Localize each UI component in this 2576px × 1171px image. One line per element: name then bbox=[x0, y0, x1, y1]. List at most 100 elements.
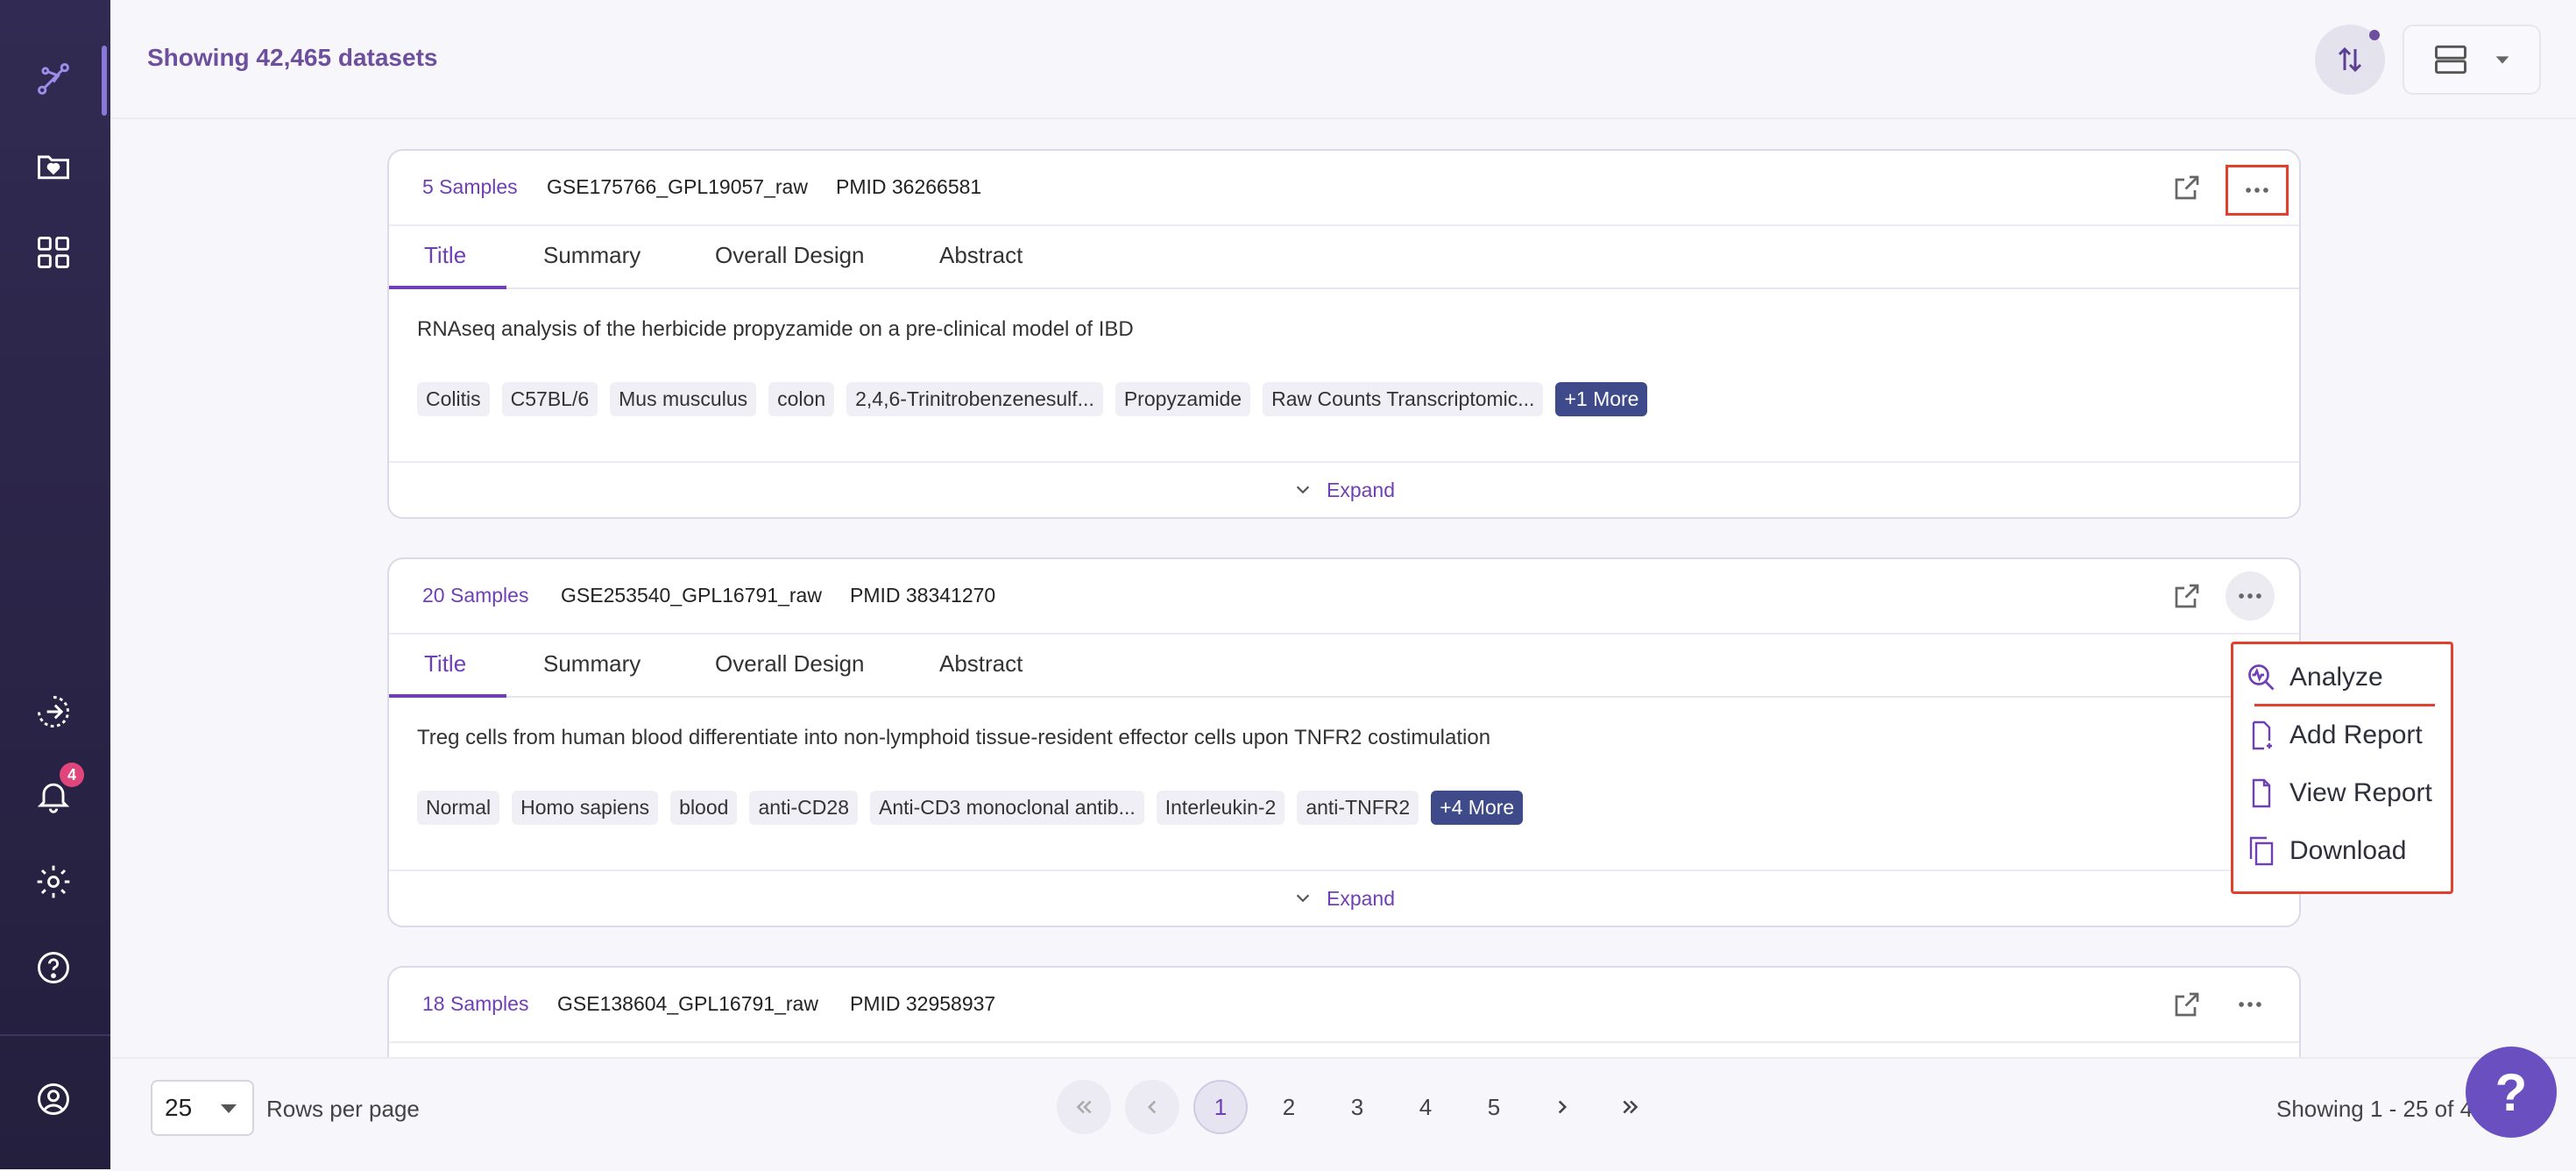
more-tags-button[interactable]: +4 More bbox=[1431, 791, 1524, 825]
card-tabs: Title Summary Overall Design Abstract bbox=[389, 226, 2299, 289]
user-profile-icon[interactable] bbox=[29, 1075, 78, 1124]
external-link-icon bbox=[2175, 992, 2199, 1017]
pagination-footer: 25 Rows per page 1 2 3 4 5 Showing 1 - 2… bbox=[110, 1057, 2576, 1171]
chevron-left-icon bbox=[1147, 1100, 1157, 1114]
samples-count[interactable]: 18 Samples bbox=[422, 992, 528, 1016]
menu-item-label: Download bbox=[2289, 836, 2407, 865]
open-external-button[interactable] bbox=[2168, 985, 2206, 1024]
samples-count[interactable]: 5 Samples bbox=[422, 175, 518, 199]
rows-per-page-value: 25 bbox=[165, 1094, 193, 1121]
rows-per-page-label: Rows per page bbox=[266, 1096, 420, 1122]
tag-chip: Mus musculus bbox=[610, 382, 757, 416]
menu-highlight-underline bbox=[2254, 704, 2435, 706]
card-header: 20 Samples GSE253540_GPL16791_raw PMID 3… bbox=[389, 559, 2299, 635]
tag-chip: C57BL/6 bbox=[501, 382, 598, 416]
tag-chip: 2,4,6-Trinitrobenzenesulf... bbox=[846, 382, 1103, 416]
external-link-icon bbox=[2175, 175, 2199, 200]
open-external-button[interactable] bbox=[2168, 168, 2206, 207]
menu-item-download[interactable]: Download bbox=[2246, 835, 2406, 867]
menu-item-label: Add Report bbox=[2289, 720, 2423, 749]
card-header: 18 Samples GSE138604_GPL16791_raw PMID 3… bbox=[389, 968, 2299, 1043]
favorites-folder-icon[interactable] bbox=[29, 142, 78, 191]
tab-summary[interactable]: Summary bbox=[543, 650, 640, 678]
sidebar-active-indicator bbox=[102, 46, 107, 116]
login-circle-icon[interactable] bbox=[29, 687, 78, 736]
tag-chip: Interleukin-2 bbox=[1156, 791, 1285, 825]
tab-overall-design[interactable]: Overall Design bbox=[715, 242, 865, 269]
card-tabs: Title Summary Overall Design Abstract bbox=[389, 635, 2299, 698]
menu-item-view-report[interactable]: View Report bbox=[2246, 777, 2432, 809]
card-header: 5 Samples GSE175766_GPL19057_raw PMID 36… bbox=[389, 151, 2299, 226]
dashboard-grid-icon[interactable] bbox=[29, 228, 78, 277]
chevron-down-icon bbox=[1296, 894, 1310, 903]
tag-chip: Raw Counts Transcriptomic... bbox=[1263, 382, 1544, 416]
page-button-2[interactable]: 2 bbox=[1262, 1080, 1316, 1134]
pmid-label: PMID 32958937 bbox=[850, 992, 996, 1015]
expand-label: Expand bbox=[1326, 886, 1395, 910]
dataset-title-text: RNAseq analysis of the herbicide propyza… bbox=[417, 317, 1134, 341]
list-view-icon bbox=[2435, 45, 2466, 75]
first-page-button[interactable] bbox=[1057, 1080, 1111, 1134]
page-button-1[interactable]: 1 bbox=[1193, 1080, 1248, 1134]
more-options-button[interactable] bbox=[2226, 571, 2275, 621]
tab-abstract[interactable]: Abstract bbox=[939, 650, 1023, 678]
notification-count-badge: 4 bbox=[60, 763, 84, 787]
expand-button[interactable]: Expand bbox=[389, 869, 2299, 926]
logo-icon[interactable] bbox=[29, 54, 78, 103]
menu-item-add-report[interactable]: Add Report bbox=[2246, 720, 2423, 751]
tag-chip: blood bbox=[670, 791, 738, 825]
dataset-id: GSE175766_GPL19057_raw bbox=[547, 175, 808, 198]
double-chevron-left-icon bbox=[1076, 1100, 1092, 1114]
tab-summary[interactable]: Summary bbox=[543, 242, 640, 269]
dataset-card: 5 Samples GSE175766_GPL19057_raw PMID 36… bbox=[387, 149, 2301, 519]
menu-item-analyze[interactable]: Analyze bbox=[2246, 662, 2383, 693]
tag-chip: colon bbox=[768, 382, 835, 416]
card-content: Treg cells from human blood differentiat… bbox=[389, 698, 2299, 873]
more-options-menu: Analyze Add Report View Report Download bbox=[2231, 642, 2453, 894]
prev-page-button[interactable] bbox=[1125, 1080, 1179, 1134]
dataset-id: GSE138604_GPL16791_raw bbox=[557, 992, 818, 1015]
pmid-label: PMID 38341270 bbox=[850, 584, 996, 607]
results-range-text: Showing 1 - 25 of 4 bbox=[2276, 1096, 2473, 1122]
tag-chip: Colitis bbox=[417, 382, 490, 416]
pagination: 1 2 3 4 5 bbox=[1057, 1080, 1658, 1134]
sort-active-dot bbox=[2369, 30, 2380, 40]
tag-chip: Normal bbox=[417, 791, 500, 825]
help-chat-button[interactable]: ? bbox=[2466, 1047, 2557, 1138]
view-report-icon bbox=[2252, 778, 2271, 808]
rows-per-page-select[interactable]: 25 bbox=[151, 1080, 254, 1136]
download-copy-icon bbox=[2249, 836, 2274, 866]
tag-list: Colitis C57BL/6 Mus musculus colon 2,4,6… bbox=[417, 382, 1648, 416]
tag-chip: Anti-CD3 monoclonal antib... bbox=[869, 791, 1144, 825]
next-page-button[interactable] bbox=[1535, 1080, 1589, 1134]
page-button-5[interactable]: 5 bbox=[1467, 1080, 1521, 1134]
expand-label: Expand bbox=[1326, 478, 1395, 501]
menu-item-label: Analyze bbox=[2289, 663, 2383, 692]
caret-down-icon bbox=[221, 1104, 237, 1113]
more-options-button[interactable] bbox=[2226, 165, 2289, 216]
tab-title[interactable]: Title bbox=[424, 650, 466, 678]
expand-button[interactable]: Expand bbox=[389, 461, 2299, 517]
top-bar: Showing 42,465 datasets bbox=[110, 0, 2576, 119]
page-button-4[interactable]: 4 bbox=[1398, 1080, 1453, 1134]
settings-gear-icon[interactable] bbox=[29, 857, 78, 906]
tab-title[interactable]: Title bbox=[424, 242, 466, 269]
tag-list: Normal Homo sapiens blood anti-CD28 Anti… bbox=[417, 791, 1524, 825]
sidebar-divider bbox=[0, 1034, 110, 1036]
more-horizontal-icon bbox=[2239, 1002, 2261, 1007]
more-options-button[interactable] bbox=[2226, 980, 2275, 1029]
chevron-down-icon bbox=[2495, 56, 2509, 64]
page-button-3[interactable]: 3 bbox=[1330, 1080, 1384, 1134]
tab-overall-design[interactable]: Overall Design bbox=[715, 650, 865, 678]
tab-abstract[interactable]: Abstract bbox=[939, 242, 1023, 269]
tag-chip: anti-TNFR2 bbox=[1297, 791, 1419, 825]
view-mode-dropdown[interactable] bbox=[2403, 25, 2541, 95]
open-external-button[interactable] bbox=[2168, 577, 2206, 615]
dataset-title-text: Treg cells from human blood differentiat… bbox=[417, 726, 1491, 749]
last-page-button[interactable] bbox=[1603, 1080, 1658, 1134]
help-circle-icon[interactable] bbox=[29, 943, 78, 992]
more-tags-button[interactable]: +1 More bbox=[1555, 382, 1648, 416]
dataset-card: 18 Samples GSE138604_GPL16791_raw PMID 3… bbox=[387, 966, 2301, 1071]
add-report-icon bbox=[2252, 720, 2272, 750]
samples-count[interactable]: 20 Samples bbox=[422, 584, 528, 607]
